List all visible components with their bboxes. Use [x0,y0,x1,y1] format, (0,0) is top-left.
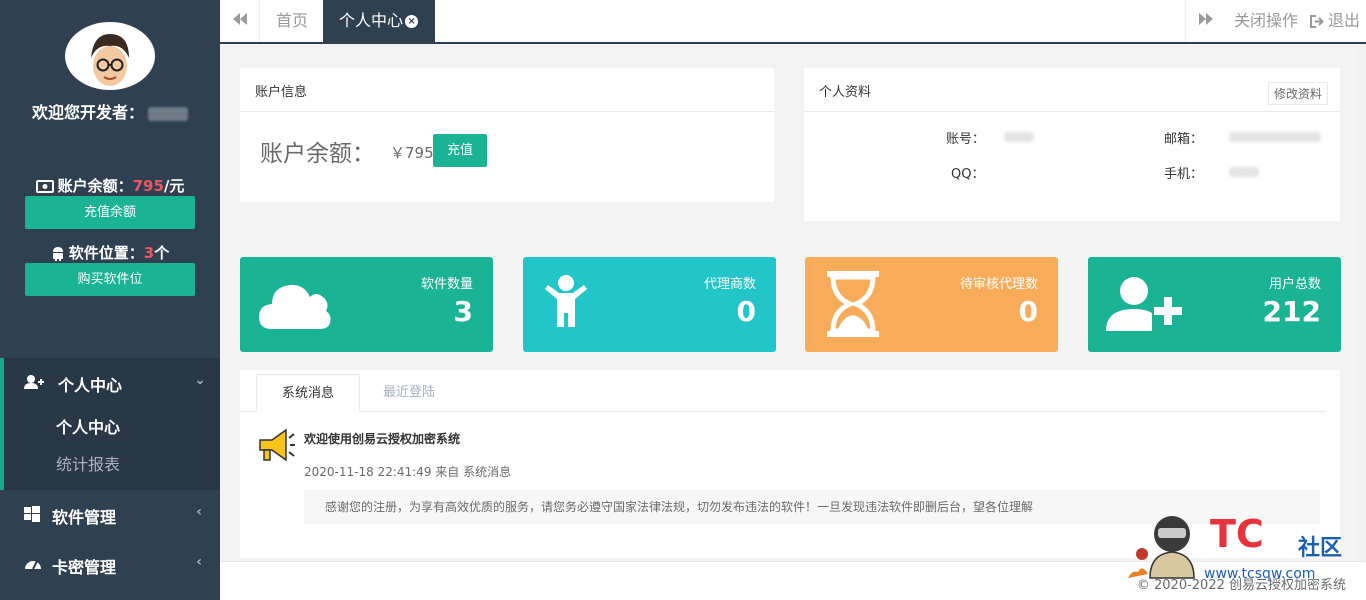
software-prefix: 软件位置： [68,244,144,262]
sign-out-icon [1310,15,1324,28]
stat-card-agent-count[interactable]: 代理商数 0 [523,257,776,352]
chevron-left-icon: ‹ [196,554,202,570]
watermark-url: www.tcsqw.com [1204,566,1316,582]
forward-icon [1198,13,1213,25]
account-field-label: 账号： [946,132,986,147]
nav-item-software-management[interactable]: 软件管理 ‹ [0,490,220,540]
child-icon [545,275,587,327]
email-field-label: 邮箱： [1164,132,1204,147]
panel-title-wrap: 个人资料 修改资料 [804,68,1340,112]
stat-value: 0 [1018,295,1038,328]
stat-title: 用户总数 [1268,277,1321,292]
mascot-watermark-icon [1128,516,1195,579]
stat-card-pending-agents[interactable]: 待审核代理数 0 [805,257,1058,352]
edit-profile-button[interactable]: 修改资料 [1267,82,1328,105]
stat-value: 0 [736,295,756,328]
software-amount: 3 [143,244,155,262]
chevron-down-icon: ⌄ [194,372,206,388]
welcome-text: 欢迎您开发者： [0,99,220,123]
logout-label: 退出 [1328,11,1361,30]
stat-title: 代理商数 [703,277,756,292]
hourglass-icon [827,271,879,337]
nav-sub-personal-center[interactable]: 个人中心 [56,414,120,438]
balance-amount: 795 [132,177,164,195]
account-info-panel: 账户信息 账户余额： ￥795 充值 [240,68,774,202]
software-line: 软件位置：3个 [0,242,220,263]
page-scrollbar[interactable] [1358,44,1366,561]
balance-prefix: 账户余额： [57,177,133,195]
nav-sub-statistics[interactable]: 统计报表 [56,451,120,475]
balance-value: ￥795 [390,144,434,162]
user-plus-icon [24,375,44,389]
tab-label: 个人中心 [339,11,404,30]
nav-label: 个人中心 [58,376,123,395]
redacted-name [148,106,188,121]
recharge-button[interactable]: 充值 [433,134,487,167]
buy-software-slot-button[interactable]: 购买软件位 [25,263,195,296]
close-operations-button[interactable]: 关闭操作 [1234,0,1298,42]
tabs-scroll-left-button[interactable] [220,0,260,42]
tabs-scroll-right-button[interactable] [1185,0,1225,42]
nav-label: 软件管理 [52,508,117,527]
welcome-label: 欢迎您开发者： [31,103,144,122]
account-value-redacted [1004,132,1034,142]
logout-button[interactable]: 退出 [1310,0,1360,42]
dashboard-icon [25,560,41,570]
nav-item-card-management[interactable]: 卡密管理 ‹ [0,540,220,590]
stat-value: 212 [1262,295,1321,328]
phone-value-redacted [1229,167,1259,177]
android-icon [52,247,63,261]
sidebar: 欢迎您开发者： 账户余额：795/元 充值余额 软件位置：3个 购买软件位 个人… [0,0,220,600]
stat-title: 待审核代理数 [959,277,1038,292]
nav-label: 卡密管理 [52,558,117,577]
tab-system-messages[interactable]: 系统消息 [256,374,361,412]
chevron-left-icon: ‹ [196,504,202,520]
stat-value: 3 [453,295,473,328]
stat-card-total-users[interactable]: 用户总数 212 [1088,257,1341,352]
user-add-icon [1106,277,1182,331]
email-value-redacted [1229,132,1321,142]
balance-label: 账户余额： [260,141,375,167]
stat-title: 软件数量 [420,277,473,292]
phone-field-label: 手机： [1164,167,1204,182]
watermark-community: 社区 [1298,536,1343,561]
tab-recent-logins[interactable]: 最近登陆 [358,374,460,412]
recharge-balance-button[interactable]: 充值余额 [25,196,195,229]
money-icon [35,180,54,193]
profile-panel: 个人资料 修改资料 账号： 邮箱： QQ： 手机： [804,68,1340,221]
message-meta: 2020-11-18 22:41:49 来自 系统消息 [304,465,512,479]
software-suffix: 个 [154,244,170,262]
backward-icon [232,13,247,25]
panel-title: 账户信息 [240,68,774,112]
panel-title: 个人资料 [819,85,872,100]
message-title[interactable]: 欢迎使用创易云授权加密系统 [304,430,460,447]
tab-bar: 首页 个人中心 × 关闭操作 退出 [220,0,1366,44]
balance-suffix: /元 [163,177,185,195]
qq-field-label: QQ： [951,167,985,182]
windows-icon [24,506,40,522]
nav-item-personal-center[interactable]: 个人中心 ⌄ [0,358,220,408]
close-icon[interactable]: × [405,15,419,28]
balance-line: 账户余额：795/元 [0,175,220,196]
tab-personal-center[interactable]: 个人中心 × [323,0,435,42]
megaphone-icon [259,428,295,462]
stat-card-software-count[interactable]: 软件数量 3 [240,257,493,352]
cloud-icon [259,284,331,329]
tab-home[interactable]: 首页 [260,0,324,42]
nav-group-personal-center: 个人中心 ⌄ 个人中心 统计报表 [0,358,220,490]
avatar[interactable] [65,22,155,90]
watermark-logo: TC [1210,512,1264,556]
